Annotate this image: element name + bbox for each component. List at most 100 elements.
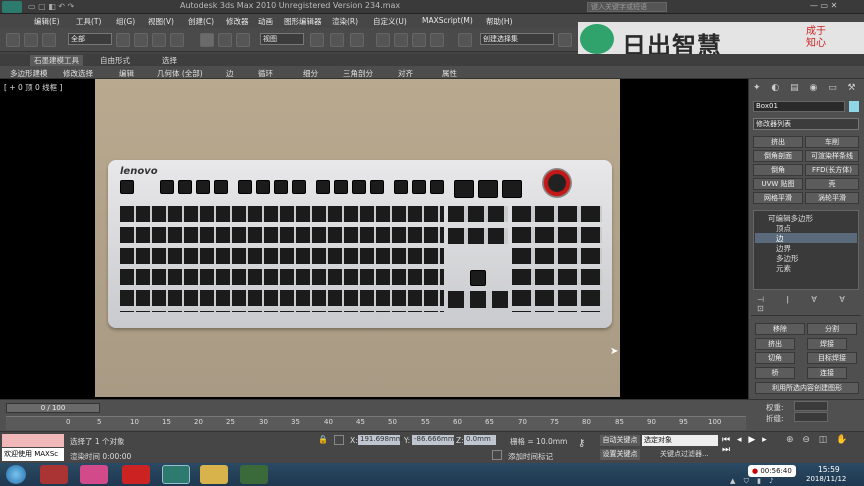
subtab-loops[interactable]: 循环 [258, 68, 273, 79]
pivot-icon[interactable] [310, 33, 324, 47]
edge-target-weld-button[interactable]: 目标焊接 [807, 352, 857, 364]
clock-time[interactable]: 15:59 [818, 465, 840, 474]
modifier-bevel-profile-button[interactable]: 倒角剖面 [753, 150, 803, 162]
search-input[interactable]: 键入关键字或短语 [587, 2, 667, 12]
keyboard-shortcut-icon[interactable] [350, 33, 364, 47]
window-crossing-icon[interactable] [170, 33, 184, 47]
key-filters-button[interactable]: 关键点过滤器... [660, 449, 718, 460]
y-coordinate-field[interactable]: -86.666mm [412, 435, 455, 445]
screen-recorder-widget[interactable]: ● 00:56:40 [748, 465, 796, 477]
unlink-icon[interactable] [42, 33, 56, 47]
subtab-edges[interactable]: 边 [226, 68, 234, 79]
link-icon[interactable] [24, 33, 38, 47]
modifier-list-dropdown[interactable]: 修改器列表 [753, 118, 859, 130]
mirror-icon[interactable] [558, 33, 572, 47]
menu-graph-editors[interactable]: 图形编辑器 [284, 16, 322, 27]
set-key-button[interactable]: 设置关键点 [600, 449, 640, 460]
taskbar-app-icon[interactable] [122, 465, 150, 484]
tab-graphite-modeling[interactable]: 石墨建模工具 [30, 55, 83, 66]
angle-snap-icon[interactable] [394, 33, 408, 47]
z-coordinate-field[interactable]: 0.0mm [464, 435, 496, 445]
key-icon[interactable]: ⚷ [578, 438, 585, 449]
crease-field[interactable] [794, 412, 828, 422]
move-icon[interactable] [200, 33, 214, 47]
subtab-properties[interactable]: 属性 [442, 68, 457, 79]
menu-modifiers[interactable]: 修改器 [226, 16, 249, 27]
snap-icon[interactable] [376, 33, 390, 47]
weight-field[interactable] [794, 401, 828, 411]
rect-selection-icon[interactable] [152, 33, 166, 47]
start-button-icon[interactable] [6, 465, 26, 484]
menu-help[interactable]: 帮助(H) [486, 16, 513, 27]
subtab-edit[interactable]: 编辑 [119, 68, 134, 79]
edge-connect-button[interactable]: 连接 [807, 367, 847, 379]
time-tag-icon[interactable] [492, 450, 502, 460]
menu-views[interactable]: 视图(V) [148, 16, 174, 27]
menu-maxscript[interactable]: MAXScript(M) [422, 16, 473, 25]
select-by-name-icon[interactable] [134, 33, 148, 47]
edge-weld-button[interactable]: 焊接 [807, 338, 847, 350]
viewport-nav-controls[interactable]: ⊕ ⊖ ◫ ✋ [786, 435, 862, 461]
app-logo-icon[interactable] [2, 1, 22, 13]
modifier-extrude-button[interactable]: 挤出 [753, 136, 803, 148]
modifier-lathe-button[interactable]: 车削 [805, 136, 859, 148]
viewport-label[interactable]: [ + 0 顶 0 线框 ] [4, 82, 62, 93]
tab-freeform[interactable]: 自由形式 [96, 55, 134, 66]
rotate-icon[interactable] [218, 33, 232, 47]
modifier-meshsmooth-button[interactable]: 网格平滑 [753, 192, 803, 204]
menu-edit[interactable]: 编辑(E) [34, 16, 60, 27]
taskbar-app-icon[interactable] [80, 465, 108, 484]
stack-element[interactable]: 元素 [776, 263, 791, 274]
taskbar-3dsmax-icon[interactable] [162, 465, 190, 484]
scale-icon[interactable] [236, 33, 250, 47]
menu-animation[interactable]: 动画 [258, 16, 273, 27]
subtab-triangulation[interactable]: 三角剖分 [343, 68, 373, 79]
subtab-align[interactable]: 对齐 [398, 68, 413, 79]
select-manipulate-icon[interactable] [330, 33, 344, 47]
named-selection-dropdown[interactable]: 创建选择集 [480, 33, 554, 45]
edit-named-selection-icon[interactable] [458, 33, 472, 47]
subtab-modify-selection[interactable]: 修改选择 [63, 68, 93, 79]
add-time-tag[interactable]: 添加时间标记 [508, 451, 553, 462]
time-slider[interactable]: 0 / 100 [6, 403, 100, 413]
subtab-polygon-modeling[interactable]: 多边形建模 [10, 68, 48, 79]
modifier-renderable-spline-button[interactable]: 可渲染样条线 [805, 150, 859, 162]
object-name-field[interactable]: Box01 [753, 101, 845, 112]
window-controls[interactable]: — ▭ ✕ [810, 1, 860, 13]
select-object-icon[interactable] [116, 33, 130, 47]
menu-create[interactable]: 创建(C) [188, 16, 214, 27]
menu-tools[interactable]: 工具(T) [76, 16, 101, 27]
menu-customize[interactable]: 自定义(U) [373, 16, 407, 27]
quick-access-icons[interactable]: ▭ ▢ ◧ ↶ ↷ [28, 2, 88, 12]
edge-remove-button[interactable]: 移除 [755, 323, 805, 335]
selected-object-dropdown[interactable]: 选定对象 [642, 435, 718, 446]
object-color-swatch[interactable] [849, 101, 859, 112]
playback-controls[interactable]: ⏮ ◂ ▶ ▸ ⏭ [722, 435, 782, 455]
system-tray-icons[interactable]: ▲ ⛉ ▮ ♪ [730, 477, 810, 485]
undo-icon[interactable] [6, 33, 20, 47]
spinner-snap-icon[interactable] [430, 33, 444, 47]
subtab-subdivision[interactable]: 细分 [303, 68, 318, 79]
reference-coord-dropdown[interactable]: 视图 [260, 33, 304, 45]
subtab-geometry[interactable]: 几何体 (全部) [157, 68, 203, 79]
edge-bridge-button[interactable]: 桥 [755, 367, 795, 379]
create-shape-button[interactable]: 利用所选内容创建图形 [755, 382, 859, 394]
modifier-turbosmooth-button[interactable]: 涡轮平滑 [805, 192, 859, 204]
modifier-ffd-box-button[interactable]: FFD(长方体) [805, 164, 859, 176]
clock-date[interactable]: 2018/11/12 [806, 475, 846, 483]
modifier-stack[interactable]: 可编辑多边形 顶点 边 边界 多边形 元素 [753, 210, 859, 290]
modifier-shell-button[interactable]: 壳 [805, 178, 859, 190]
edge-extrude-button[interactable]: 挤出 [755, 338, 795, 350]
taskbar-app-icon[interactable] [240, 465, 268, 484]
modifier-uvw-map-button[interactable]: UVW 贴图 [753, 178, 803, 190]
taskbar-app-icon[interactable] [40, 465, 68, 484]
selection-filter-dropdown[interactable]: 全部 [68, 33, 112, 45]
panel-tabs[interactable]: ✦ ◐ ▤ ◉ ▭ ⚒ [753, 83, 861, 97]
welcome-message[interactable]: 欢迎使用 MAXSc [2, 448, 64, 461]
menu-rendering[interactable]: 渲染(R) [332, 16, 358, 27]
auto-key-button[interactable]: 自动关键点 [600, 435, 640, 446]
edge-chamfer-button[interactable]: 切角 [755, 352, 795, 364]
lock-icon[interactable]: 🔒 [318, 435, 328, 445]
modifier-bevel-button[interactable]: 倒角 [753, 164, 803, 176]
taskbar-folder-icon[interactable] [200, 465, 228, 484]
